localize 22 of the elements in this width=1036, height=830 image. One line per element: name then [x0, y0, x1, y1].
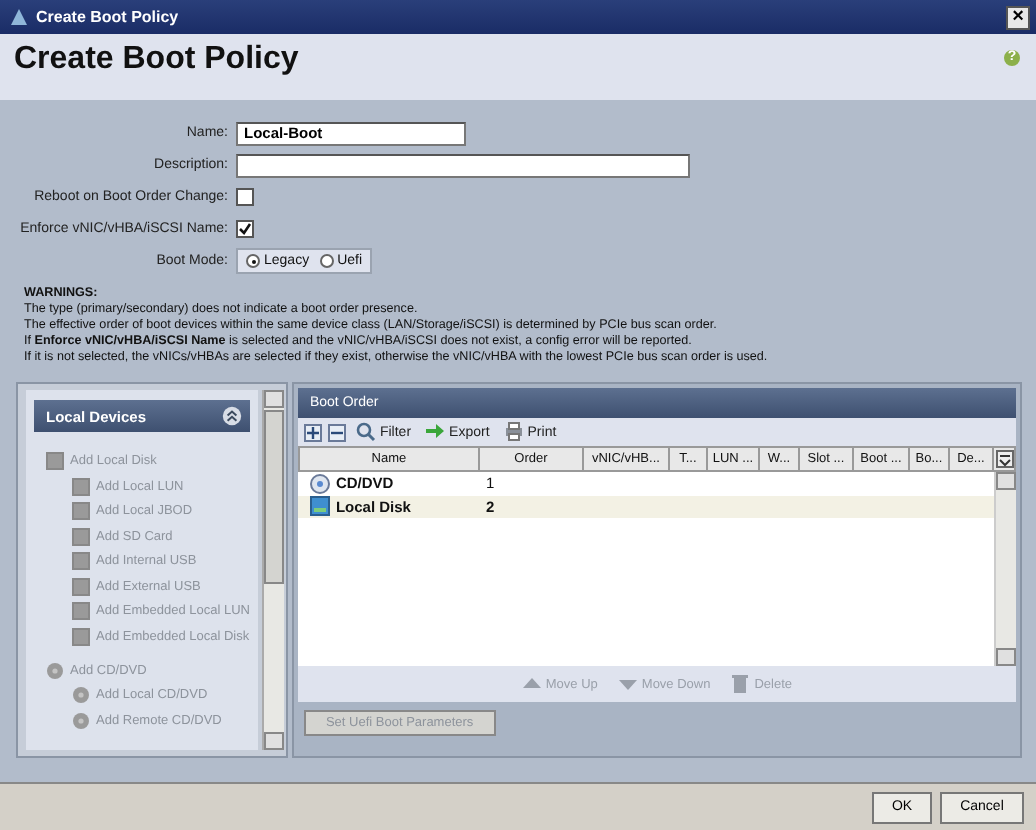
disc-icon	[46, 661, 64, 679]
printer-icon	[503, 422, 524, 442]
disk-drive-icon	[309, 496, 330, 517]
remove-button[interactable]	[327, 423, 346, 441]
app-icon	[10, 8, 28, 26]
checkbox[interactable]	[236, 220, 254, 238]
checkbox[interactable]	[236, 188, 254, 206]
scrollbar[interactable]	[261, 390, 284, 750]
description-field[interactable]	[236, 153, 690, 177]
window-title: Create Boot Policy	[36, 8, 181, 26]
arrow-icon	[425, 422, 446, 442]
plus-icon	[305, 425, 320, 439]
scrollbar[interactable]	[993, 472, 1016, 666]
close-button[interactable]: ×	[1006, 5, 1030, 29]
disc-icon	[72, 686, 90, 704]
page-title: Create Boot Policy	[14, 42, 299, 78]
magnifier-icon	[355, 422, 376, 442]
triangle-up-icon	[521, 674, 542, 694]
triangle-down-icon	[617, 674, 638, 694]
add-button[interactable]	[303, 423, 322, 441]
trash-icon	[730, 674, 751, 694]
disc-icon	[72, 711, 90, 729]
